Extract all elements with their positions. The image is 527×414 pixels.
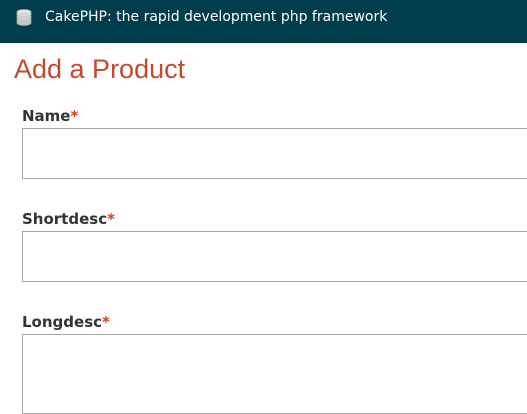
header-title[interactable]: CakePHP: the rapid development php frame… xyxy=(45,7,387,27)
name-label-text: Name xyxy=(22,107,71,125)
page-title: Add a Product xyxy=(14,54,186,84)
required-marker: * xyxy=(102,313,110,331)
database-stack-icon xyxy=(16,9,32,26)
longdesc-label-text: Longdesc xyxy=(22,313,103,331)
name-input[interactable] xyxy=(22,128,527,179)
longdesc-label: Longdesc* xyxy=(22,313,110,331)
name-label: Name* xyxy=(22,107,78,125)
shortdesc-label-text: Shortdesc xyxy=(22,210,108,228)
longdesc-textarea[interactable] xyxy=(22,334,527,414)
shortdesc-label: Shortdesc* xyxy=(22,210,115,228)
required-marker: * xyxy=(70,107,79,125)
shortdesc-input[interactable] xyxy=(22,231,527,282)
required-marker: * xyxy=(107,210,115,228)
app-header: CakePHP: the rapid development php frame… xyxy=(0,0,527,43)
